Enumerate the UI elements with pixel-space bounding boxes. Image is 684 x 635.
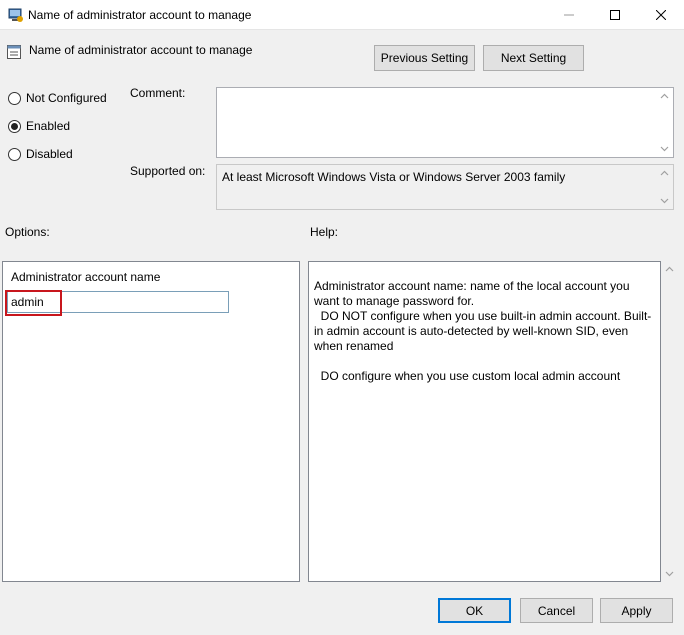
supported-on-value: At least Microsoft Windows Vista or Wind… bbox=[222, 170, 566, 184]
comment-scrollbar[interactable] bbox=[656, 88, 673, 157]
radio-button[interactable] bbox=[8, 147, 21, 161]
maximize-button[interactable] bbox=[592, 0, 638, 30]
comment-field[interactable] bbox=[216, 87, 674, 158]
radio-not-configured[interactable]: Not Configured bbox=[8, 90, 107, 106]
next-setting-button[interactable]: Next Setting bbox=[483, 45, 584, 71]
supported-on-field: At least Microsoft Windows Vista or Wind… bbox=[216, 164, 674, 210]
apply-button[interactable]: Apply bbox=[600, 598, 673, 623]
title-bar: Name of administrator account to manage bbox=[0, 0, 684, 30]
group-policy-icon bbox=[8, 8, 23, 22]
scroll-up-icon[interactable] bbox=[665, 265, 674, 274]
policy-setting-icon bbox=[7, 45, 21, 59]
scroll-down-icon[interactable] bbox=[660, 144, 669, 153]
supported-scrollbar[interactable] bbox=[656, 165, 673, 209]
radio-label: Not Configured bbox=[26, 91, 107, 105]
close-button[interactable] bbox=[638, 0, 684, 30]
cancel-button[interactable]: Cancel bbox=[520, 598, 593, 623]
radio-label: Disabled bbox=[26, 147, 73, 161]
previous-setting-button[interactable]: Previous Setting bbox=[374, 45, 475, 71]
admin-account-name-label: Administrator account name bbox=[11, 270, 161, 284]
radio-button-selected[interactable] bbox=[8, 119, 21, 133]
help-label: Help: bbox=[310, 225, 339, 239]
comment-label: Comment: bbox=[130, 86, 186, 100]
options-label: Options: bbox=[5, 225, 50, 239]
setting-title: Name of administrator account to manage bbox=[29, 43, 253, 57]
maximize-icon bbox=[610, 10, 620, 20]
minimize-button[interactable] bbox=[546, 0, 592, 30]
radio-button[interactable] bbox=[8, 91, 21, 105]
help-text: Administrator account name: name of the … bbox=[314, 279, 652, 383]
help-panel: Administrator account name: name of the … bbox=[308, 261, 661, 582]
minimize-icon bbox=[564, 14, 574, 16]
admin-account-name-input[interactable] bbox=[7, 291, 229, 313]
supported-on-label: Supported on: bbox=[130, 164, 206, 178]
scroll-up-icon[interactable] bbox=[660, 169, 669, 178]
window-title: Name of administrator account to manage bbox=[28, 8, 252, 22]
radio-enabled[interactable]: Enabled bbox=[8, 118, 70, 134]
help-scrollbar[interactable] bbox=[661, 261, 678, 582]
close-icon bbox=[656, 10, 666, 20]
radio-disabled[interactable]: Disabled bbox=[8, 146, 73, 162]
radio-label: Enabled bbox=[26, 119, 71, 133]
ok-button[interactable]: OK bbox=[438, 598, 511, 623]
scroll-down-icon[interactable] bbox=[665, 569, 674, 578]
scroll-up-icon[interactable] bbox=[660, 92, 669, 101]
options-panel: Administrator account name bbox=[2, 261, 300, 582]
scroll-down-icon[interactable] bbox=[660, 196, 669, 205]
